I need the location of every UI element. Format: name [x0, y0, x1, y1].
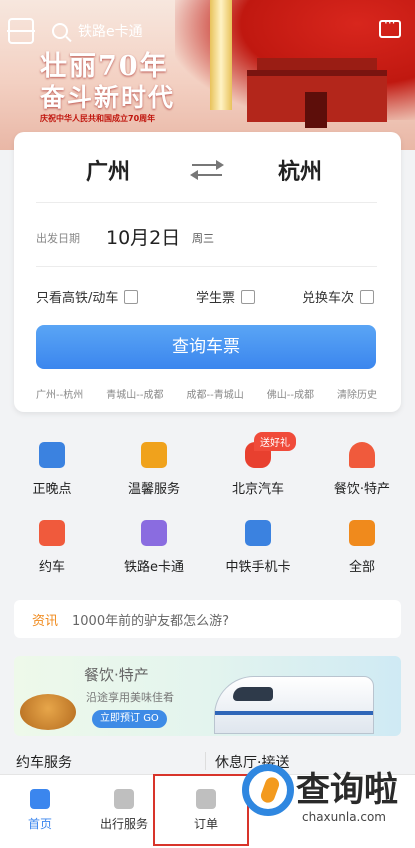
sim-card-icon: [245, 520, 271, 546]
book-now-label: 立即预订: [100, 713, 140, 724]
banner-slogan-sub: 庆祝中华人民共和国成立70周年: [40, 114, 156, 123]
card-icon: [141, 520, 167, 546]
option-label: 兑换车次: [302, 291, 355, 306]
nav-home[interactable]: 首页: [0, 775, 80, 848]
train-image: [214, 676, 374, 734]
heart-icon: [141, 442, 167, 468]
history-item[interactable]: 成都--青城山: [187, 386, 244, 401]
date-label: 出发日期: [36, 232, 80, 245]
nav-travel-services[interactable]: 出行服务: [84, 775, 164, 848]
ticket-search-card: 广州 杭州 出发日期 10月2日 周三 只看高铁/动车 学生票 兑换车次 查询车…: [14, 132, 401, 412]
service-warm-service[interactable]: 温馨服务: [102, 442, 206, 497]
nav-label: 首页: [27, 817, 52, 831]
highlight-box: [153, 774, 249, 846]
briefcase-icon: [114, 789, 134, 809]
news-headline[interactable]: 1000年前的驴友都怎么游?: [72, 610, 229, 629]
history-item[interactable]: 广州--杭州: [36, 386, 83, 401]
history-item[interactable]: 佛山--成都: [267, 386, 314, 401]
watermark-logo: 查询啦 chaxunla.com: [238, 758, 408, 838]
service-sim-card[interactable]: 中铁手机卡: [206, 520, 310, 575]
book-now-button[interactable]: 立即预订 GO: [92, 710, 167, 728]
message-icon[interactable]: [379, 16, 401, 38]
service-rail-card[interactable]: 铁路e卡通: [102, 520, 206, 575]
train-icon: [39, 442, 65, 468]
service-label: 约车: [38, 560, 65, 575]
option-label: 只看高铁/动车: [36, 291, 119, 306]
option-exchange-train[interactable]: 兑换车次: [302, 287, 375, 306]
taxi-icon: [39, 520, 65, 546]
departure-date[interactable]: 10月2日: [106, 223, 180, 250]
checkbox-exchange-train[interactable]: [360, 289, 375, 304]
search-tickets-button[interactable]: 查询车票: [36, 325, 376, 369]
tiananmen-image: [247, 58, 387, 128]
dining-icon: [349, 442, 375, 468]
service-label: 餐饮·特产: [333, 482, 391, 497]
service-dining[interactable]: 餐饮·特产: [310, 442, 414, 497]
promo-subtitle: 沿途享用美味佳肴: [86, 691, 174, 704]
service-delay-info[interactable]: 正晚点: [0, 442, 104, 497]
service-label: 温馨服务: [127, 482, 180, 497]
to-city[interactable]: 杭州: [278, 154, 322, 186]
option-label: 学生票: [196, 291, 236, 306]
home-train-icon: [30, 789, 50, 809]
service-label: 全部: [348, 560, 375, 575]
search-history: 广州--杭州 青城山--成都 成都--青城山 佛山--成都 清除历史: [36, 386, 377, 401]
checkbox-high-speed-only[interactable]: [124, 289, 139, 304]
option-high-speed-only[interactable]: 只看高铁/动车: [36, 287, 139, 306]
magnifier-logo-icon: [242, 764, 294, 816]
section-ride-service: 约车服务: [16, 755, 72, 771]
checkbox-student-ticket[interactable]: [241, 289, 256, 304]
service-all[interactable]: 全部: [310, 520, 414, 575]
scan-icon[interactable]: [7, 18, 35, 44]
promo-title: 餐饮·特产: [84, 666, 149, 684]
divider: [36, 202, 377, 203]
watermark-domain: chaxunla.com: [302, 810, 386, 824]
service-label: 北京汽车: [231, 482, 284, 497]
clear-history-link[interactable]: 清除历史: [337, 386, 377, 401]
nav-label: 出行服务: [99, 817, 148, 831]
go-badge: GO: [143, 713, 159, 724]
from-city[interactable]: 广州: [86, 154, 130, 186]
history-item[interactable]: 青城山--成都: [106, 386, 163, 401]
weekday: 周三: [192, 232, 214, 245]
watermark-text: 查询啦: [296, 770, 398, 810]
service-label: 中铁手机卡: [225, 560, 291, 575]
option-student-ticket[interactable]: 学生票: [196, 287, 256, 306]
service-ride[interactable]: 约车: [0, 520, 104, 575]
search-text: 铁路e卡通: [78, 24, 143, 40]
service-label: 铁路e卡通: [124, 560, 184, 575]
banner-slogan-line2: 奋斗新时代: [40, 83, 176, 112]
swap-cities-icon[interactable]: [190, 158, 224, 180]
food-image: [20, 694, 76, 730]
divider: [36, 266, 377, 267]
news-strip[interactable]: 资讯 1000年前的驴友都怎么游?: [14, 600, 401, 638]
gift-badge: 送好礼: [254, 432, 296, 451]
dining-promo-banner[interactable]: 餐饮·特产 沿途享用美味佳肴 立即预订 GO: [14, 656, 401, 736]
top-banner[interactable]: 铁路e卡通 壮丽70年 奋斗新时代 庆祝中华人民共和国成立70周年: [0, 0, 415, 150]
grid-icon: [349, 520, 375, 546]
news-tag: 资讯: [32, 613, 59, 629]
divider: [205, 752, 206, 770]
search-icon: [52, 23, 68, 39]
search-bar[interactable]: 铁路e卡通: [44, 14, 314, 48]
service-label: 正晚点: [32, 482, 72, 497]
